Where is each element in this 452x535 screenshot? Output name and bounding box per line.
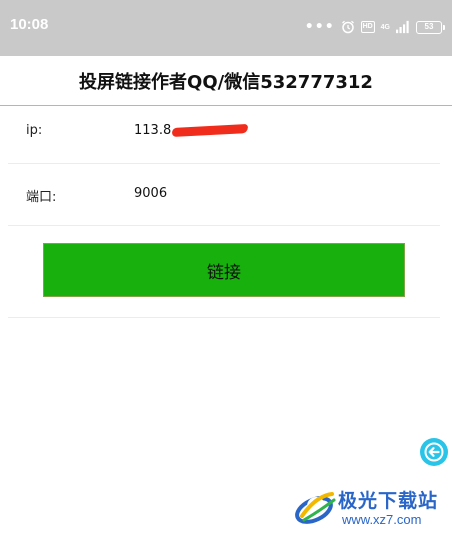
- redaction-mark: [171, 124, 249, 137]
- ip-value[interactable]: 113.8: [134, 123, 171, 138]
- port-value[interactable]: 9006: [134, 186, 167, 201]
- status-bar: 10:08 ••• HD 4G 53: [0, 0, 452, 56]
- connect-button[interactable]: 链接: [43, 243, 405, 297]
- network-type-icon: 4G: [380, 23, 390, 31]
- page-title: 投屏链接作者QQ/微信532777312: [79, 71, 373, 93]
- button-row: 链接: [8, 226, 440, 318]
- ip-label: ip:: [26, 123, 43, 138]
- signal-icon: [396, 20, 409, 34]
- watermark-url: www.xz7.com: [342, 512, 422, 527]
- battery-icon: 53: [416, 20, 445, 34]
- status-icons: ••• HD 4G 53: [304, 17, 445, 37]
- more-dots-icon: •••: [304, 19, 335, 35]
- port-row: 端口: 9006: [8, 164, 440, 226]
- status-time: 10:08: [10, 16, 49, 33]
- alarm-icon: [341, 20, 354, 34]
- back-arrow-icon: [424, 442, 444, 462]
- watermark: 极光下载站 www.xz7.com: [292, 480, 448, 532]
- title-bar: 投屏链接作者QQ/微信532777312: [0, 56, 452, 106]
- back-fab-button[interactable]: [420, 438, 448, 466]
- hd-badge-icon: HD: [360, 21, 375, 33]
- watermark-logo-icon: [295, 492, 336, 524]
- watermark-title: 极光下载站: [338, 490, 439, 512]
- ip-row: ip: 113.8: [8, 106, 440, 164]
- port-label: 端口:: [26, 190, 57, 205]
